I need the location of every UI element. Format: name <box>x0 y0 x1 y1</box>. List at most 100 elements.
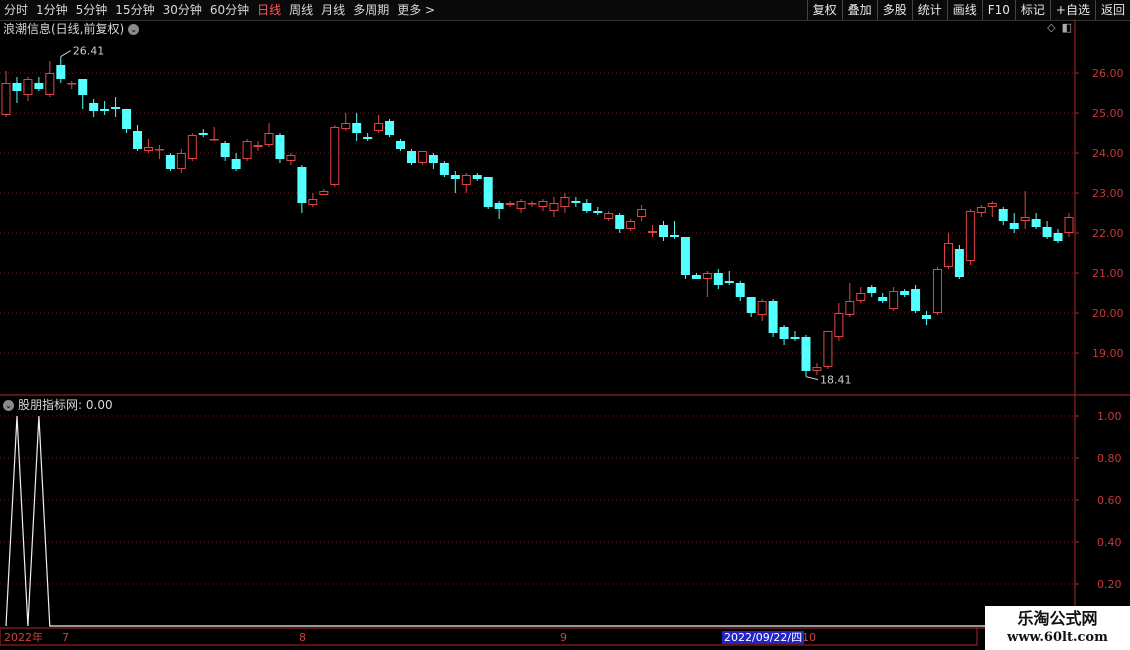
dropdown-icon[interactable]: ⌄ <box>128 24 140 35</box>
candle-body <box>812 367 822 371</box>
diamond-icon[interactable]: ◇ <box>1047 21 1055 34</box>
month-label-9: 9 <box>560 631 567 644</box>
panel-toggle-icon[interactable]: ◧ <box>1062 21 1072 34</box>
candle-body <box>965 211 975 261</box>
candle-body <box>1020 217 1030 221</box>
price-tick-label: 20.00 <box>1092 307 1124 320</box>
candle-body <box>1 83 11 115</box>
candle-body <box>12 83 22 91</box>
candle-body <box>659 225 669 237</box>
candle-body <box>637 209 647 217</box>
candle-body <box>768 301 778 333</box>
candle-body <box>823 331 833 367</box>
indicator-dropdown-icon[interactable]: ⌄ <box>3 400 14 411</box>
month-label-8: 8 <box>299 631 306 644</box>
candle-body <box>253 145 263 147</box>
candle-body <box>505 203 515 205</box>
price-tick-label: 22.00 <box>1092 227 1124 240</box>
cursor-date-label: 2022/09/22/四 <box>722 631 805 644</box>
candle-body <box>450 175 460 179</box>
candle-body <box>176 153 186 169</box>
candle-body <box>516 201 526 209</box>
candle-body <box>648 231 658 233</box>
candle-body <box>669 235 679 237</box>
candle-body <box>330 127 340 185</box>
candle-body <box>154 149 164 151</box>
candle-body <box>1064 217 1074 233</box>
price-tick-label: 23.00 <box>1092 187 1124 200</box>
candle-body <box>209 139 219 141</box>
indicator-value: : 0.00 <box>78 398 113 412</box>
candle-body <box>801 337 811 371</box>
candle-body <box>571 201 581 203</box>
candle-body <box>922 315 932 319</box>
indicator-tick-label: 1.00 <box>1097 410 1122 423</box>
candle-body <box>582 203 592 211</box>
candle-body <box>341 123 351 129</box>
candle-body <box>483 177 493 207</box>
candle-body <box>319 191 329 195</box>
candle-body <box>987 203 997 207</box>
candle-body <box>702 273 712 279</box>
price-tick-label: 21.00 <box>1092 267 1124 280</box>
candle-body <box>122 109 132 129</box>
candle-body <box>867 287 877 293</box>
watermark-line2: www.60lt.com <box>1007 630 1108 645</box>
candle-body <box>23 79 33 95</box>
candle-body <box>461 175 471 185</box>
candle-body <box>45 73 55 95</box>
candle-body <box>187 135 197 159</box>
candle-body <box>878 297 888 301</box>
indicator-tick-label: 0.60 <box>1097 494 1122 507</box>
watermark-logo: 乐淘公式网 www.60lt.com <box>985 606 1130 650</box>
candle-body <box>286 155 296 161</box>
indicator-tick-label: 0.40 <box>1097 536 1122 549</box>
candle-body <box>932 269 942 313</box>
candle-body <box>911 289 921 311</box>
candle-body <box>1031 219 1041 227</box>
candle-body <box>133 131 143 149</box>
year-label: 2022年 <box>4 631 43 644</box>
candle-body <box>889 291 899 309</box>
price-tick-label: 26.00 <box>1092 67 1124 80</box>
candle-body <box>900 291 910 295</box>
min-marker-line <box>805 376 819 381</box>
candle-body <box>757 301 767 315</box>
candle-body <box>439 163 449 175</box>
candle-body <box>976 207 986 213</box>
candle-body <box>308 199 318 205</box>
main-panel-title: 浪潮信息(日线,前复权) <box>3 22 125 36</box>
candle-body <box>231 159 241 169</box>
candle-body <box>1053 233 1063 241</box>
candle-body <box>78 79 88 95</box>
indicator-tick-label: 0.80 <box>1097 452 1122 465</box>
candle-body <box>297 167 307 203</box>
candle-body <box>363 137 373 139</box>
candle-body <box>735 283 745 297</box>
date-axis-frame <box>0 627 978 646</box>
candle-body <box>954 249 964 277</box>
candle-body <box>220 143 230 157</box>
candle-body <box>34 83 44 89</box>
max-marker-line <box>60 50 72 58</box>
price-tick-label: 24.00 <box>1092 147 1124 160</box>
candle-body <box>143 147 153 151</box>
candle-body <box>352 123 362 133</box>
candle-body <box>680 237 690 275</box>
candle-body <box>943 243 953 267</box>
candle-body <box>724 281 734 283</box>
candle-body <box>593 211 603 213</box>
candle-body <box>615 215 625 229</box>
indicator-title: 股朋指标网 <box>18 398 79 412</box>
max-price-label: 26.41 <box>73 45 105 58</box>
price-tick-label: 25.00 <box>1092 107 1124 120</box>
indicator-title-row: ⌄ 股朋指标网: 0.00 <box>3 397 113 413</box>
candle-body <box>779 327 789 339</box>
candle-body <box>998 209 1008 221</box>
candle-body <box>198 133 208 135</box>
candle-body <box>417 151 427 163</box>
candle-body <box>396 141 406 149</box>
indicator-line <box>5 415 1069 627</box>
candle-body <box>845 301 855 315</box>
price-tick-label: 19.00 <box>1092 347 1124 360</box>
